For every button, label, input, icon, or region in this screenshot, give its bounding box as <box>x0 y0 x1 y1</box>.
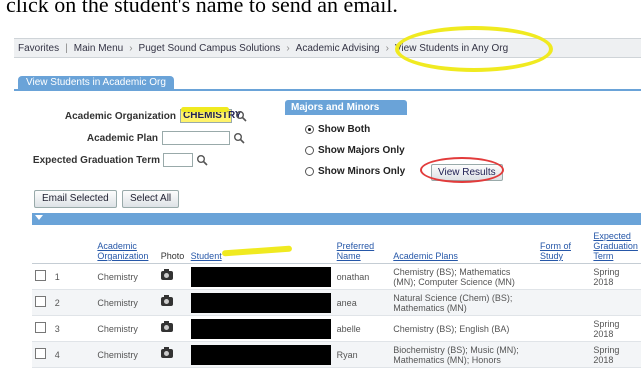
acad-plan-label: Academic Plan <box>86 133 158 144</box>
radio-show-majors[interactable]: Show Majors Only <box>305 145 405 156</box>
table-row: 3 Chemistry abelle Chemistry (BS); Engli… <box>32 315 641 342</box>
cell-grad-term: Spring 2018 <box>590 315 641 342</box>
cell-preferred-name: Ryan <box>333 341 391 368</box>
cell-form-of-study <box>536 263 591 290</box>
row-number-header <box>51 225 95 264</box>
cell-org: Chemistry <box>94 289 158 316</box>
tab-view-students[interactable]: View Students in Academic Org <box>18 76 174 89</box>
camera-icon[interactable] <box>160 295 173 306</box>
collapse-chevron-icon[interactable] <box>35 215 43 220</box>
breadcrumb-separator: › <box>385 42 389 54</box>
column-header-preferred-name[interactable]: Preferred Name <box>333 225 391 264</box>
redacted-student-name[interactable] <box>190 266 331 287</box>
row-checkbox[interactable] <box>35 270 46 281</box>
row-number: 1 <box>51 263 95 290</box>
column-header-form-of-study[interactable]: Form of Study <box>536 225 591 264</box>
radio-label: Show Minors Only <box>318 166 406 177</box>
select-column-header <box>32 225 52 264</box>
breadcrumb-separator: | <box>65 42 68 54</box>
email-selected-button[interactable]: Email Selected <box>34 190 117 208</box>
cell-academic-plans: Natural Science (Chem) (BS); Mathematics… <box>390 289 537 316</box>
cell-preferred-name: anea <box>333 289 391 316</box>
grad-term-input[interactable] <box>163 153 193 167</box>
caption-text: click on the student's name to send an e… <box>6 0 398 17</box>
breadcrumb-separator: › <box>129 42 133 54</box>
camera-icon[interactable] <box>160 321 173 332</box>
breadcrumb-separator: › <box>286 42 290 54</box>
breadcrumb-academic-advising[interactable]: Academic Advising <box>292 43 384 54</box>
radio-label: Show Both <box>318 124 371 135</box>
table-row: 4 Chemistry Ryan Biochemistry (BS); Musi… <box>32 341 641 368</box>
cell-form-of-study <box>536 289 591 316</box>
column-header-student[interactable]: Student <box>187 225 334 264</box>
row-checkbox[interactable] <box>35 348 46 359</box>
red-highlight-circle <box>420 157 504 183</box>
camera-icon[interactable] <box>160 347 173 358</box>
cell-form-of-study <box>536 341 591 368</box>
radio-selected-icon[interactable] <box>305 125 314 134</box>
breadcrumb-favorites[interactable]: Favorites <box>14 43 63 54</box>
radio-show-both[interactable]: Show Both <box>305 124 370 135</box>
cell-grad-term: Spring 2018 <box>590 263 641 290</box>
camera-icon[interactable] <box>160 269 173 280</box>
breadcrumb-main-menu[interactable]: Main Menu <box>70 43 127 54</box>
table-row: 2 Chemistry anea Natural Science (Chem) … <box>32 289 641 316</box>
column-header-org[interactable]: Academic Organization <box>94 225 158 264</box>
lookup-icon[interactable] <box>196 154 208 166</box>
cell-org: Chemistry <box>94 341 158 368</box>
cell-grad-term <box>590 289 641 316</box>
table-row: 1 Chemistry onathan Chemistry (BS); Math… <box>32 263 641 290</box>
acad-plan-input[interactable] <box>162 131 230 145</box>
cell-academic-plans: Biochemistry (BS); Music (MN); Mathemati… <box>390 341 537 368</box>
radio-icon[interactable] <box>305 146 314 155</box>
grad-term-label: Expected Graduation Term <box>32 155 160 166</box>
majors-minors-title: Majors and Minors <box>285 100 407 115</box>
cell-preferred-name: abelle <box>333 315 391 342</box>
row-number: 2 <box>51 289 95 316</box>
row-checkbox[interactable] <box>35 322 46 333</box>
redacted-student-name[interactable] <box>190 292 331 313</box>
redacted-student-name[interactable] <box>190 318 331 339</box>
select-all-button[interactable]: Select All <box>122 190 180 208</box>
cell-form-of-study <box>536 315 591 342</box>
radio-icon[interactable] <box>305 167 314 176</box>
radio-show-minors[interactable]: Show Minors Only <box>305 166 405 177</box>
cell-academic-plans: Chemistry (BS); Mathematics (MN); Comput… <box>390 263 537 290</box>
lookup-icon[interactable] <box>233 132 245 144</box>
cell-org: Chemistry <box>94 263 158 290</box>
breadcrumb-campus-solutions[interactable]: Puget Sound Campus Solutions <box>135 43 285 54</box>
cell-preferred-name: onathan <box>333 263 391 290</box>
yellow-highlight-circle <box>395 26 553 72</box>
column-header-academic-plans[interactable]: Academic Plans <box>390 225 537 264</box>
row-number: 3 <box>51 315 95 342</box>
acad-org-label: Academic Organization <box>64 111 176 122</box>
yellow-highlight-mark <box>181 107 229 112</box>
cell-org: Chemistry <box>94 315 158 342</box>
cell-academic-plans: Chemistry (BS); English (BA) <box>390 315 537 342</box>
redacted-student-name[interactable] <box>190 344 331 365</box>
tab-underline <box>14 89 641 91</box>
radio-label: Show Majors Only <box>318 145 405 156</box>
students-table: Academic Organization Photo Student Pref… <box>32 225 641 368</box>
lookup-icon[interactable] <box>235 110 247 122</box>
column-header-photo: Photo <box>157 225 188 264</box>
cell-grad-term: Spring 2018 <box>590 341 641 368</box>
row-number: 4 <box>51 341 95 368</box>
grid-header-bar <box>32 213 641 225</box>
column-header-grad-term[interactable]: Expected Graduation Term <box>590 225 641 264</box>
row-checkbox[interactable] <box>35 296 46 307</box>
